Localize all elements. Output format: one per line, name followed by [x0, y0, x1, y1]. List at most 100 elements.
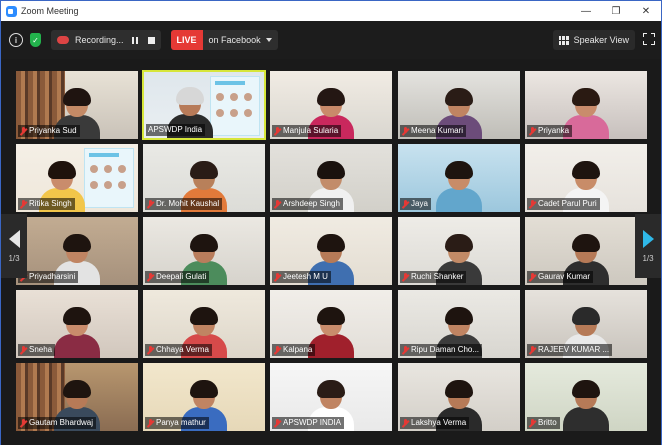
- mic-muted-icon: [274, 272, 281, 282]
- mic-muted-icon: [402, 345, 409, 355]
- stop-recording-button[interactable]: [147, 36, 155, 44]
- title-bar: Zoom Meeting — ❐ ✕: [1, 1, 661, 21]
- participant-name: Dr. Mohit Kaushal: [156, 199, 220, 208]
- participant-tile[interactable]: Gaurav Kumar: [524, 216, 648, 286]
- participant-name-tag: Lakshya Verma: [400, 417, 470, 429]
- participant-name-tag: Priyanka Sud: [18, 125, 80, 137]
- gallery-view: Britto Lakshya Verma APSWDP INDIA Panya mat…: [1, 59, 661, 445]
- participant-name: Meena Kumari: [411, 126, 464, 135]
- participant-tile[interactable]: Dr. Mohit Kaushal: [142, 143, 266, 213]
- participant-name: Ripu Daman Cho...: [411, 345, 480, 354]
- mic-muted-icon: [147, 199, 154, 209]
- participant-tile[interactable]: Manjula Sularia: [269, 70, 393, 140]
- participant-name-tag: Britto: [527, 417, 560, 429]
- live-target-label: on Facebook: [208, 35, 261, 45]
- participant-name-tag: APSWDP INDIA: [272, 417, 345, 429]
- mic-muted-icon: [529, 272, 536, 282]
- background-poster: [210, 76, 260, 136]
- participant-tile[interactable]: Lakshya Verma: [397, 362, 521, 432]
- participant-name: Jeetesh M U: [283, 272, 328, 281]
- live-stream-indicator[interactable]: LIVE on Facebook: [170, 30, 278, 50]
- mic-muted-icon: [147, 345, 154, 355]
- participant-tile[interactable]: Priyanka: [524, 70, 648, 140]
- page-indicator-right: 1/3: [642, 253, 654, 263]
- participant-name: Gaurav Kumar: [538, 272, 591, 281]
- participant-name: Gautam Bhardwaj: [29, 418, 94, 427]
- participant-name: Panya mathur: [156, 418, 206, 427]
- mic-muted-icon: [274, 345, 281, 355]
- participant-name: Ruchi Shanker: [411, 272, 464, 281]
- recording-indicator: Recording...: [51, 30, 161, 50]
- close-button[interactable]: ✕: [631, 1, 661, 21]
- mic-muted-icon: [529, 418, 536, 428]
- mic-muted-icon: [402, 272, 409, 282]
- participant-name-tag: Dr. Mohit Kaushal: [145, 198, 223, 210]
- participant-name: Deepali Gulati: [156, 272, 207, 281]
- participant-name-tag: Ripu Daman Cho...: [400, 344, 483, 356]
- participant-name: RAJEEV KUMAR ...: [538, 345, 610, 354]
- mic-muted-icon: [274, 126, 281, 136]
- view-grid-icon: [558, 35, 569, 45]
- participant-video: [54, 307, 100, 358]
- participant-tile[interactable]: Gautam Bhardwaj: [15, 362, 139, 432]
- next-page-button[interactable]: 1/3: [635, 214, 661, 278]
- participant-name: Chhaya Verma: [156, 345, 209, 354]
- participant-name-tag: RAJEEV KUMAR ...: [527, 344, 613, 356]
- participant-name-tag: Arshdeep Singh: [272, 198, 343, 210]
- mic-muted-icon: [529, 345, 536, 355]
- zoom-window: Zoom Meeting — ❐ ✕ i ✓ Recording... LIVE…: [0, 0, 662, 445]
- window-controls: — ❐ ✕: [571, 1, 661, 21]
- participant-name: APSWDP India: [148, 125, 203, 134]
- maximize-button[interactable]: ❐: [601, 1, 631, 21]
- participant-name: APSWDP INDIA: [283, 418, 342, 427]
- participant-name-tag: APSWDP India: [146, 124, 206, 136]
- participant-tile[interactable]: Meena Kumari: [397, 70, 521, 140]
- participant-name: Jaya: [411, 199, 428, 208]
- participant-tile[interactable]: Sneha: [15, 289, 139, 359]
- participant-tile[interactable]: APSWDP INDIA: [269, 362, 393, 432]
- participant-name: Sneha: [29, 345, 53, 354]
- participant-name-tag: Priyanka: [527, 125, 573, 137]
- chevron-left-icon: [8, 229, 20, 248]
- participant-name-tag: Chhaya Verma: [145, 344, 212, 356]
- mic-muted-icon: [402, 199, 409, 209]
- fullscreen-icon[interactable]: [643, 33, 655, 45]
- participant-tile[interactable]: Deepali Gulati: [142, 216, 266, 286]
- participant-tile[interactable]: Ruchi Shanker: [397, 216, 521, 286]
- live-target-dropdown[interactable]: on Facebook: [203, 35, 278, 45]
- participant-tile[interactable]: Kalpana: [269, 289, 393, 359]
- participant-tile[interactable]: Ripu Daman Cho...: [397, 289, 521, 359]
- participant-tile[interactable]: Ritika Singh: [15, 143, 139, 213]
- participant-tile[interactable]: Arshdeep Singh: [269, 143, 393, 213]
- participant-tile[interactable]: Priyadharsini: [15, 216, 139, 286]
- participant-tile[interactable]: APSWDP India: [142, 70, 266, 140]
- participant-name: Cadet Parul Puri: [538, 199, 597, 208]
- participant-tile[interactable]: Panya mathur: [142, 362, 266, 432]
- participant-name: Arshdeep Singh: [283, 199, 340, 208]
- window-title: Zoom Meeting: [21, 6, 79, 16]
- mic-muted-icon: [529, 126, 536, 136]
- zoom-app-icon: [6, 5, 17, 17]
- participant-tile[interactable]: Jaya: [397, 143, 521, 213]
- minimize-button[interactable]: —: [571, 1, 601, 21]
- participant-tile[interactable]: Chhaya Verma: [142, 289, 266, 359]
- participant-name: Priyanka: [538, 126, 570, 135]
- info-icon[interactable]: i: [9, 33, 23, 47]
- participant-tile[interactable]: Cadet Parul Puri: [524, 143, 648, 213]
- chevron-right-icon: [642, 229, 654, 248]
- mic-muted-icon: [402, 126, 409, 136]
- participant-tile[interactable]: Britto: [524, 362, 648, 432]
- mic-muted-icon: [529, 199, 536, 209]
- mic-muted-icon: [147, 418, 154, 428]
- mic-muted-icon: [274, 199, 281, 209]
- participant-name-tag: Ritika Singh: [18, 198, 75, 210]
- participant-tile[interactable]: Priyanka Sud: [15, 70, 139, 140]
- shield-icon[interactable]: ✓: [30, 33, 41, 47]
- participant-tile[interactable]: Jeetesh M U: [269, 216, 393, 286]
- speaker-view-button[interactable]: Speaker View: [552, 30, 635, 50]
- pause-recording-button[interactable]: [131, 36, 138, 44]
- mic-muted-icon: [20, 199, 27, 209]
- participant-name: Kalpana: [283, 345, 313, 354]
- previous-page-button[interactable]: 1/3: [1, 214, 27, 278]
- participant-tile[interactable]: RAJEEV KUMAR ...: [524, 289, 648, 359]
